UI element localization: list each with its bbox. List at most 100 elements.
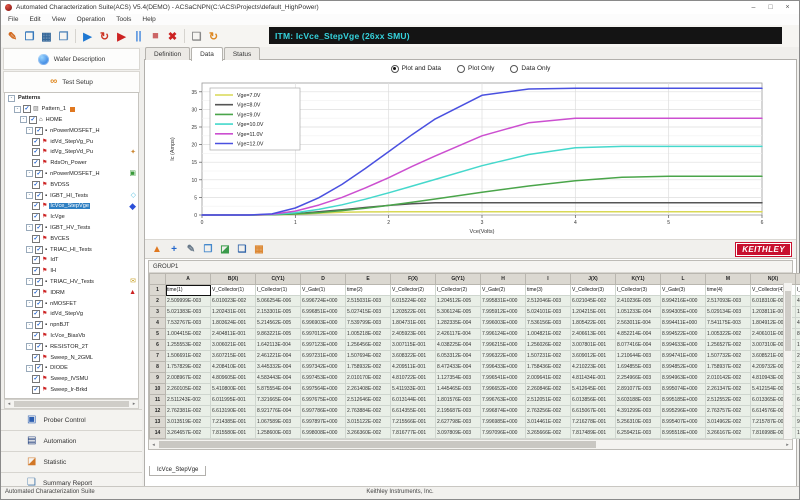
cell[interactable]: 1.758937E-002	[706, 362, 751, 373]
cell[interactable]: 6.997564E+000	[301, 384, 346, 395]
cell[interactable]: 5.024101E-003	[526, 307, 571, 318]
cell[interactable]: I_Collector(4)	[796, 285, 800, 296]
cell[interactable]: 2.627798E-003	[436, 417, 481, 428]
tree-item-bvces[interactable]: ✓⚑BVCES	[5, 233, 138, 244]
cell[interactable]: 1.255553E-002	[166, 340, 211, 351]
cell[interactable]: 1.757829E-002	[166, 362, 211, 373]
cell[interactable]: 2.010142E-002	[706, 373, 751, 384]
row-header[interactable]: 4	[150, 318, 166, 329]
cell[interactable]: 8.077416E-004	[616, 340, 661, 351]
cell[interactable]: 1.256026E-002	[526, 340, 571, 351]
cell[interactable]: V_Collector(1)	[211, 285, 256, 296]
cell[interactable]: 1.004415E-002	[166, 329, 211, 340]
tree-item-idvg-stepvd-pu[interactable]: ✓⚑idVg_StepVd_Pu✦	[5, 147, 138, 158]
cell[interactable]: 3.607215E-001	[211, 351, 256, 362]
cell[interactable]: 2.763256E-002	[526, 406, 571, 417]
cell[interactable]: 8.994305E+000	[661, 307, 706, 318]
checkbox-checked-icon[interactable]: ✓	[35, 300, 43, 308]
expander-icon[interactable]: -	[26, 224, 33, 231]
checkbox-checked-icon[interactable]: ✓	[32, 310, 40, 318]
expander-icon[interactable]: -	[26, 246, 33, 253]
cell[interactable]: 7.214385E-001	[211, 417, 256, 428]
tree-item-resistor-2t[interactable]: -✓▪RESISTOR_2T	[5, 341, 138, 352]
checkbox-checked-icon[interactable]: ✓	[32, 354, 40, 362]
menu-view[interactable]: View	[52, 16, 66, 23]
wafer-description-button[interactable]: Wafer Description	[3, 48, 140, 70]
cell[interactable]: V_Collector(3)	[571, 285, 616, 296]
cell[interactable]: 1.256527E-002	[706, 340, 751, 351]
tree-root-patterns[interactable]: -Patterns	[5, 93, 138, 104]
cell[interactable]: 7.995912E+000	[481, 307, 526, 318]
cell[interactable]: 8.994216E+000	[661, 296, 706, 307]
tree-item-icvce-biasvb[interactable]: ✓⚑IcVce_BiasVb	[5, 331, 138, 342]
cell[interactable]: 1.445465E-003	[436, 384, 481, 395]
cell[interactable]: 7.815580E-001	[211, 428, 256, 439]
cell[interactable]: 2.195687E-003	[436, 406, 481, 417]
automation-button[interactable]: ▤Automation	[1, 430, 142, 451]
cell[interactable]: 3.014461E-002	[526, 417, 571, 428]
col-header-m[interactable]: M	[706, 274, 751, 285]
cell[interactable]: 2.563011E-004	[616, 318, 661, 329]
cell[interactable]: 6.011995E-001	[211, 395, 256, 406]
cell[interactable]: 1.210644E-003	[616, 351, 661, 362]
cell[interactable]: time(2)	[346, 285, 391, 296]
cell[interactable]: 1.067589E-003	[256, 417, 301, 428]
cell[interactable]: 3.916644E-003	[796, 373, 800, 384]
checkbox-checked-icon[interactable]: ✓	[32, 386, 40, 394]
col-header-j-x[interactable]: J(X)	[571, 274, 616, 285]
cell[interactable]: 7.996541E+000	[481, 373, 526, 384]
cell[interactable]: 6.996903E+000	[301, 318, 346, 329]
cell[interactable]: 7.996652E+000	[481, 384, 526, 395]
checkbox-checked-icon[interactable]: ✓	[32, 159, 40, 167]
cell[interactable]: 4.810722E-001	[391, 373, 436, 384]
expander-icon[interactable]: -	[26, 278, 33, 285]
checkbox-checked-icon[interactable]: ✓	[32, 375, 40, 383]
cell[interactable]: 6.996851E+000	[301, 307, 346, 318]
cell[interactable]: 7.630977E-003	[796, 406, 800, 417]
run-append-button[interactable]: ▶	[113, 28, 130, 45]
row-header[interactable]: 3	[150, 307, 166, 318]
checkbox-checked-icon[interactable]: ✓	[29, 116, 37, 124]
cell[interactable]: 1.805422E-001	[571, 318, 616, 329]
tree-item-pattern-1[interactable]: -✓▨Pattern_1	[5, 104, 138, 115]
row-header[interactable]: 7	[150, 351, 166, 362]
scroll-right-icon[interactable]: ▸	[783, 442, 792, 448]
cell[interactable]: 2.512552E-002	[706, 395, 751, 406]
cell[interactable]: 6.053312E-004	[436, 351, 481, 362]
cell[interactable]: I_Collector(1)	[256, 285, 301, 296]
cell[interactable]: 5.214562E-005	[256, 318, 301, 329]
cell[interactable]: 2.512051E-002	[526, 395, 571, 406]
cell[interactable]: 4.453125E-004	[796, 318, 800, 329]
cell[interactable]: 5.306124E-005	[436, 307, 481, 318]
checkbox-checked-icon[interactable]: ✓	[32, 213, 40, 221]
checkbox-checked-icon[interactable]: ✓	[32, 202, 40, 210]
cell[interactable]: 3.007115E-001	[391, 340, 436, 351]
cell[interactable]: 8.994633E+000	[661, 340, 706, 351]
scroll-left-icon[interactable]: ◂	[5, 401, 13, 407]
cell[interactable]: 1.051233E-004	[616, 307, 661, 318]
radio-data-only[interactable]: Data Only	[510, 65, 550, 73]
cell[interactable]: 2.512646E-002	[346, 395, 391, 406]
cell[interactable]: 6.997897E+000	[301, 417, 346, 428]
cell[interactable]: 7.996124E+000	[481, 329, 526, 340]
cell[interactable]: 2.010170E-002	[346, 373, 391, 384]
cell[interactable]: 6.259421E-003	[616, 428, 661, 439]
col-header-c-y1[interactable]: C(Y1)	[256, 274, 301, 285]
cell[interactable]: 4.209511E-001	[391, 362, 436, 373]
tree-item-npowermosfet-h[interactable]: -✓▪nPowerMOSFET_H	[5, 125, 138, 136]
tree-item-npnbjt[interactable]: -✓▪npnBJT	[5, 320, 138, 331]
expander-icon[interactable]: -	[26, 127, 33, 134]
cell[interactable]: 9.863221E-005	[256, 329, 301, 340]
cell[interactable]: 8.994963E+000	[661, 373, 706, 384]
cell[interactable]: 5.410800E-001	[211, 384, 256, 395]
cell[interactable]: 7.532767E-003	[166, 318, 211, 329]
cell[interactable]: 3.013519E-002	[166, 417, 211, 428]
cell[interactable]: 7.996763E+000	[481, 395, 526, 406]
cell[interactable]: 5.066254E-006	[256, 296, 301, 307]
run-loop-button[interactable]: ↻	[96, 28, 113, 45]
cell[interactable]: 2.260846E-002	[526, 384, 571, 395]
cell[interactable]: 1.077320E-002	[796, 428, 800, 439]
tree-hscrollbar[interactable]: ◂ ▸	[4, 399, 139, 409]
cell[interactable]: 1.507732E-002	[706, 351, 751, 362]
tree-item-idvd-stepvg-pu[interactable]: ✓⚑idVd_StepVg_Pu	[5, 136, 138, 147]
